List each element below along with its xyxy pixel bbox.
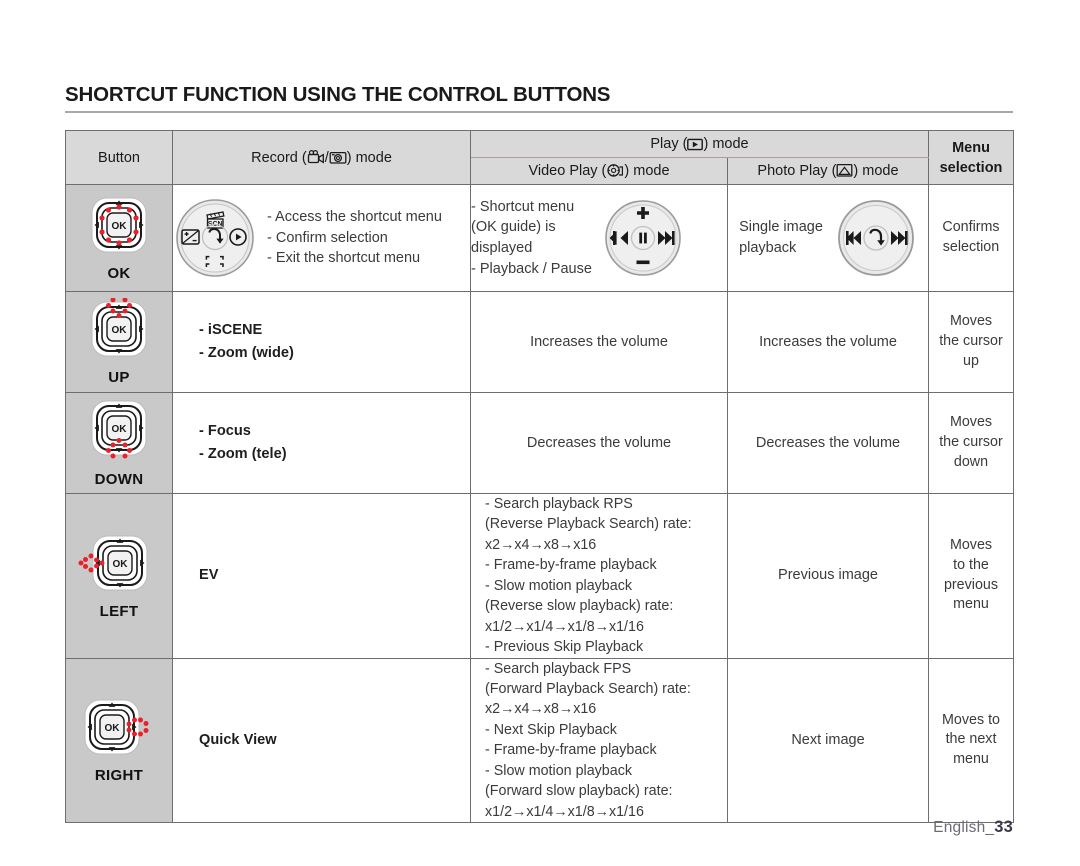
header-play-pre: Play ( [650, 136, 688, 152]
film-reel-icon [606, 163, 624, 178]
header-record-post: ) mode [346, 149, 392, 166]
video-text-ok: - Shortcut menu (OK guide) is displayed … [471, 198, 592, 277]
table-row-right: OK RIGHT Quick View - Search playback FP… [65, 657, 1014, 823]
record-text-left: EV [199, 567, 219, 584]
camera-icon [329, 150, 347, 165]
header-video-pre: Video Play ( [528, 163, 607, 179]
button-cell-down: OK DOWN [65, 392, 173, 494]
menu-text-ok: Confirms selection [942, 219, 1000, 255]
menu-text-right: Moves to the next menu [941, 711, 1000, 768]
dpad-up-highlight-icon: OK [80, 298, 158, 368]
video-playback-wheel-icon [602, 197, 684, 279]
button-label-down: DOWN [94, 471, 144, 488]
header-menu-selection-label: Menu selection [939, 139, 1003, 176]
table-row-left: OK LEFT EV - Search playback RPS (Revers… [65, 493, 1014, 659]
video-text-down: Decreases the volume [526, 434, 672, 451]
manual-page: SHORTCUT FUNCTION USING THE CONTROL BUTT… [0, 0, 1080, 866]
video-text-left: - Search playback RPS (Reverse Playback … [485, 496, 692, 656]
button-label-left: LEFT [99, 602, 139, 620]
footer-page-number: 33 [994, 818, 1013, 836]
header-record-mode: Record (/) mode [172, 130, 471, 185]
svg-text:OK: OK [112, 424, 128, 435]
header-photo-play: Photo Play ( ) mode [727, 157, 929, 185]
dpad-left-highlight-icon: OK [78, 532, 160, 602]
menu-cell-down: Moves the cursor down [928, 392, 1014, 494]
header-photo-pre: Photo Play ( [757, 163, 837, 179]
header-video-post: ) mode [624, 163, 670, 179]
photo-cell-down: Decreases the volume [727, 392, 929, 494]
menu-cell-up: Moves the cursor up [928, 291, 1014, 393]
table-row-ok: OK OK SCN - Access the shortcut menu - C… [65, 184, 1014, 292]
video-text-up: Increases the volume [530, 333, 668, 350]
photo-cell-right: Next image [727, 657, 929, 823]
svg-text:OK: OK [105, 723, 121, 734]
photo-cell-ok: Single image playback [727, 184, 929, 292]
header-menu-selection: Menu selection [928, 130, 1014, 185]
record-cell-ok: SCN - Access the shortcut menu - Confirm… [172, 184, 471, 292]
camcorder-icon [307, 149, 325, 165]
record-cell-left: EV [172, 493, 471, 659]
play-icon [687, 138, 704, 151]
photo-icon [836, 163, 853, 178]
table-header-row-1: Button Record (/) mode Play ( ) mode Menu… [65, 130, 1014, 185]
photo-text-left: Previous image [778, 567, 878, 584]
button-label-ok: OK [107, 265, 131, 282]
record-text-ok: - Access the shortcut menu - Confirm sel… [267, 209, 442, 267]
button-cell-right: OK RIGHT [65, 657, 173, 823]
footer-language: English_ [933, 819, 995, 836]
photo-text-ok: Single image playback [739, 219, 823, 256]
video-cell-up: Increases the volume [470, 291, 728, 393]
header-record-pre: Record ( [251, 149, 307, 166]
video-cell-right: - Search playback FPS (Forward Playback … [470, 657, 728, 823]
record-text-right: Quick View [199, 731, 277, 748]
menu-text-down: Moves the cursor down [939, 414, 1003, 470]
button-cell-ok: OK OK [65, 184, 173, 292]
header-video-play: Video Play ( ) mode [470, 157, 728, 185]
photo-cell-left: Previous image [727, 493, 929, 659]
page-title: SHORTCUT FUNCTION USING THE CONTROL BUTT… [65, 83, 611, 106]
video-cell-down: Decreases the volume [470, 392, 728, 494]
photo-cell-up: Increases the volume [727, 291, 929, 393]
record-text-up: - iSCENE - Zoom (wide) [199, 322, 294, 361]
button-cell-up: OK UP [65, 291, 173, 393]
video-cell-left: - Search playback RPS (Reverse Playback … [470, 493, 728, 659]
header-play-post: ) mode [703, 136, 749, 152]
record-text-down: - Focus - Zoom (tele) [199, 423, 287, 462]
record-mode-wheel-icon: SCN [173, 196, 257, 280]
menu-text-left: Moves to the previous menu [943, 537, 999, 613]
svg-text:OK: OK [112, 221, 128, 232]
button-label-right: RIGHT [94, 767, 144, 785]
header-photo-post: ) mode [853, 163, 899, 179]
button-cell-left: OK LEFT [65, 493, 173, 659]
photo-playback-wheel-icon [835, 197, 917, 279]
table-row-up: OK UP - iSCENE - Zoom (wide) Increases t… [65, 291, 1014, 393]
menu-cell-left: Moves to the previous menu [928, 493, 1014, 659]
svg-text:OK: OK [113, 559, 129, 570]
button-label-up: UP [108, 369, 130, 386]
dpad-right-highlight-icon: OK [76, 696, 162, 766]
video-text-right: - Search playback FPS (Forward Playback … [485, 660, 691, 820]
svg-text:OK: OK [112, 325, 128, 336]
record-cell-up: - iSCENE - Zoom (wide) [172, 291, 471, 393]
page-footer: English_33 [933, 818, 1013, 837]
record-cell-down: - Focus - Zoom (tele) [172, 392, 471, 494]
menu-cell-right: Moves to the next menu [928, 657, 1014, 823]
record-cell-right: Quick View [172, 657, 471, 823]
menu-text-up: Moves the cursor up [939, 313, 1003, 369]
video-cell-ok: - Shortcut menu (OK guide) is displayed … [470, 184, 728, 292]
photo-text-down: Decreases the volume [755, 434, 901, 451]
title-divider [65, 110, 1013, 113]
header-play-mode: Play ( ) mode [470, 130, 929, 158]
header-button: Button [65, 130, 173, 185]
photo-text-right: Next image [791, 731, 865, 748]
shortcut-function-table: Button Record (/) mode Play ( ) mode Menu… [65, 130, 1014, 823]
table-row-down: OK DOWN - Focus - Zoom (tele) Decreases … [65, 392, 1014, 494]
dpad-ok-highlight-icon: OK [80, 194, 158, 264]
page-title-block: SHORTCUT FUNCTION USING THE CONTROL BUTT… [65, 84, 1013, 113]
photo-text-up: Increases the volume [759, 333, 897, 350]
dpad-down-highlight-icon: OK [80, 398, 158, 470]
menu-cell-ok: Confirms selection [928, 184, 1014, 292]
